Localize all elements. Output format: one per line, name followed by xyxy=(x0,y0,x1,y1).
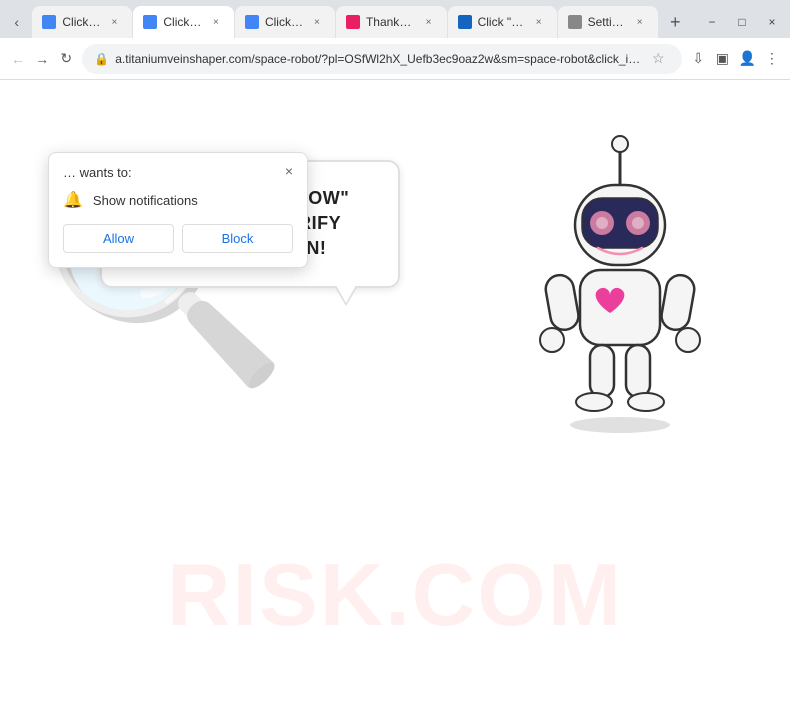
new-tab-button[interactable]: + xyxy=(663,8,688,36)
tab-favicon-2 xyxy=(143,15,157,29)
notification-permission-label: Show notifications xyxy=(93,193,198,208)
tab-title-5: Click "Al… xyxy=(478,15,525,29)
address-input-wrap[interactable]: 🔒 a.titaniumveinshaper.com/space-robot/?… xyxy=(82,44,682,74)
tab-favicon-4 xyxy=(346,15,360,29)
tab-scroll-left[interactable]: ‹ xyxy=(4,8,29,36)
back-button[interactable]: ← xyxy=(10,45,26,73)
address-bar: ← → ↻ 🔒 a.titaniumveinshaper.com/space-r… xyxy=(0,38,790,80)
tab-5[interactable]: Click "Al… × xyxy=(448,6,557,38)
notification-title: … wants to: xyxy=(63,165,293,180)
notification-permission-row: 🔔 Show notifications xyxy=(63,190,293,210)
tab-close-2[interactable]: × xyxy=(208,14,224,30)
tab-title-1: Click All xyxy=(62,15,100,29)
url-text: a.titaniumveinshaper.com/space-robot/?pl… xyxy=(115,52,640,66)
notification-popup: × … wants to: 🔔 Show notifications Allow… xyxy=(48,152,308,268)
tab-favicon-6 xyxy=(568,15,582,29)
menu-button[interactable]: ⋮ xyxy=(764,45,780,73)
robot-image xyxy=(510,130,730,455)
tab-favicon-5 xyxy=(458,15,472,29)
window-controls: − □ × xyxy=(698,8,786,36)
tab-1[interactable]: Click All × xyxy=(32,6,132,38)
forward-button[interactable]: → xyxy=(34,45,50,73)
tab-close-3[interactable]: × xyxy=(309,14,325,30)
tab-3[interactable]: Click All × xyxy=(235,6,335,38)
tab-title-2: Click "All xyxy=(163,15,202,29)
allow-button[interactable]: Allow xyxy=(63,224,174,253)
tab-2[interactable]: Click "All × xyxy=(133,6,234,38)
tab-close-6[interactable]: × xyxy=(632,14,648,30)
watermark-text: RISK.COM xyxy=(167,544,623,646)
tab-favicon-3 xyxy=(245,15,259,29)
minimize-button[interactable]: − xyxy=(698,8,726,36)
bell-icon: 🔔 xyxy=(63,190,83,210)
download-button[interactable]: ⇩ xyxy=(690,45,706,73)
block-button[interactable]: Block xyxy=(182,224,293,253)
tab-close-5[interactable]: × xyxy=(531,14,547,30)
tab-6[interactable]: Settings × xyxy=(558,6,658,38)
lock-icon: 🔒 xyxy=(94,52,109,66)
maximize-button[interactable]: □ xyxy=(728,8,756,36)
tab-bar: ‹ Click All × Click "All × Click All × T… xyxy=(0,0,790,38)
tab-favicon-1 xyxy=(42,15,56,29)
page-content: 🔍 RISK.COM PRESS THE "ALLOW" BUTTON TO V… xyxy=(0,80,790,706)
notification-close-button[interactable]: × xyxy=(279,161,299,181)
tab-close-4[interactable]: × xyxy=(421,14,437,30)
tab-close-1[interactable]: × xyxy=(106,14,122,30)
tab-title-4: Thanks f… xyxy=(366,15,415,29)
extensions-button[interactable]: ▣ xyxy=(714,45,730,73)
tab-4[interactable]: Thanks f… × xyxy=(336,6,447,38)
refresh-button[interactable]: ↻ xyxy=(58,45,74,73)
notification-buttons: Allow Block xyxy=(63,224,293,253)
close-window-button[interactable]: × xyxy=(758,8,786,36)
tab-title-6: Settings xyxy=(588,15,626,29)
tab-title-3: Click All xyxy=(265,15,303,29)
bookmark-icon[interactable]: ☆ xyxy=(646,47,670,71)
browser-frame: ‹ Click All × Click "All × Click All × T… xyxy=(0,0,790,706)
profile-button[interactable]: 👤 xyxy=(738,45,755,73)
